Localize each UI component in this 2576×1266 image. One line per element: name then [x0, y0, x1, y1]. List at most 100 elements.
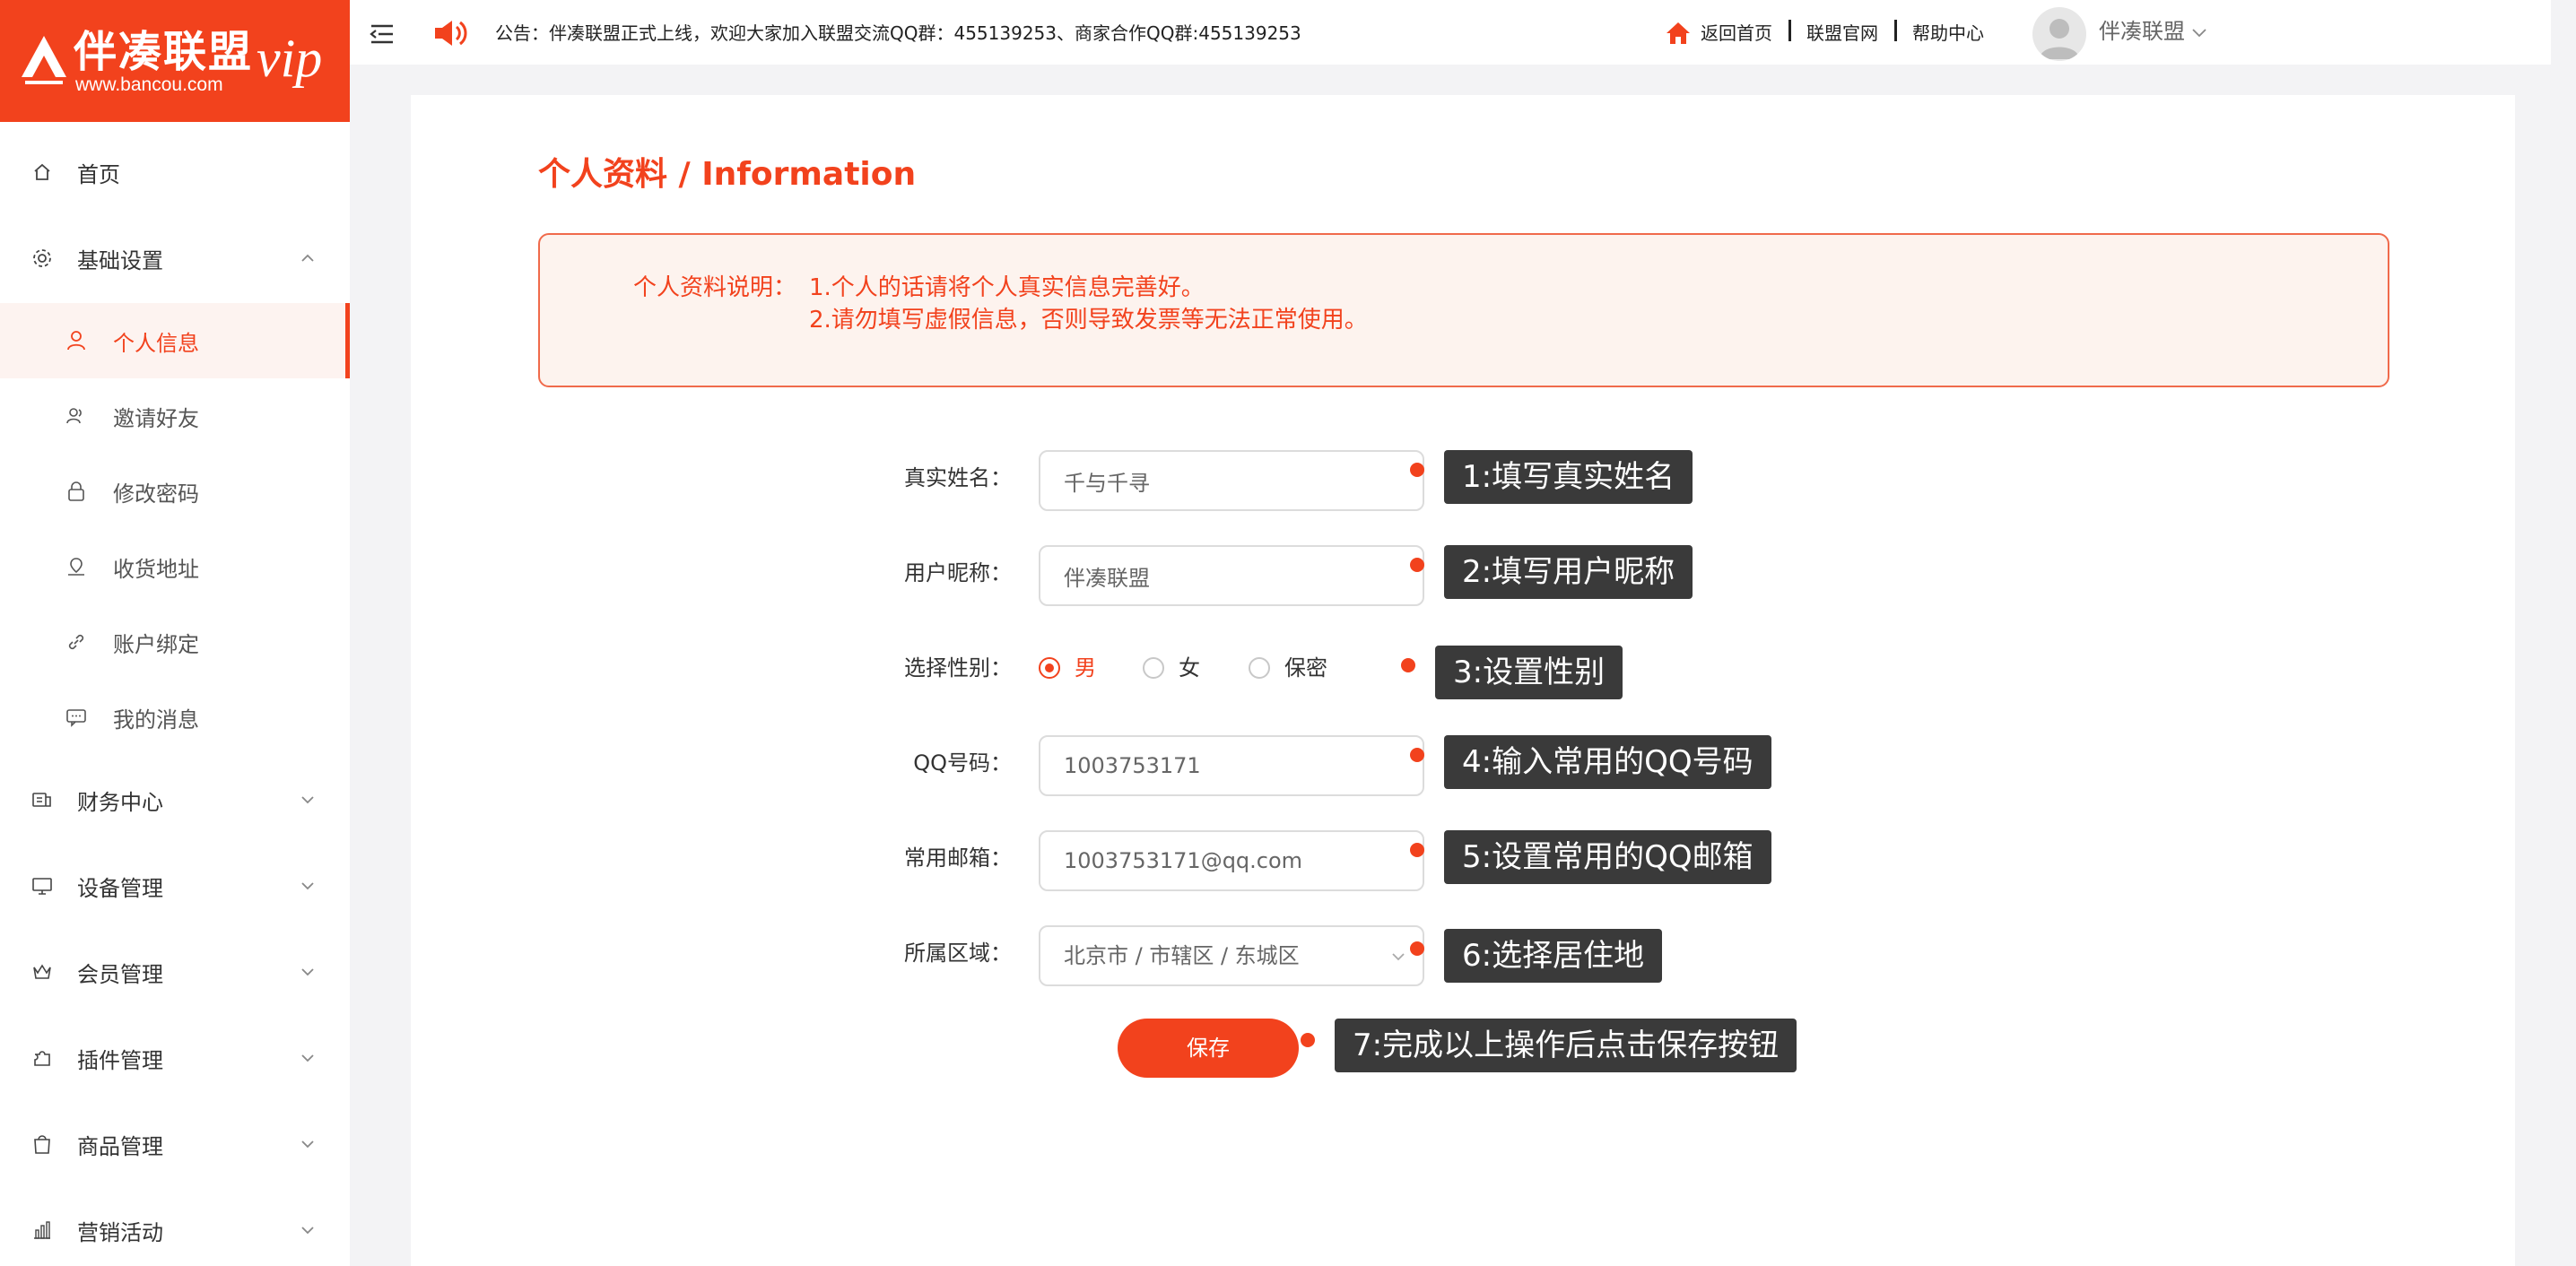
- alliance-website-link[interactable]: 联盟官网: [1806, 20, 1878, 47]
- sidebar-item-label: 基础设置: [77, 247, 163, 273]
- monitor-icon: [30, 874, 54, 897]
- sidebar-item-my-messages[interactable]: 我的消息: [0, 680, 350, 755]
- callout-marker: [1301, 1033, 1315, 1047]
- location-icon: [65, 555, 88, 578]
- region-select[interactable]: 北京市 / 市辖区 / 东城区: [1039, 925, 1424, 986]
- region-label: 所属区域：: [904, 941, 1012, 966]
- sidebar-item-product-management[interactable]: 商品管理: [0, 1106, 350, 1182]
- return-home-link[interactable]: 返回首页: [1701, 20, 1772, 47]
- sidebar-item-plugin-management[interactable]: 插件管理: [0, 1020, 350, 1096]
- notice-line: 1.个人的话请将个人真实信息完善好。: [809, 274, 1205, 301]
- chevron-down-icon: [301, 1140, 314, 1149]
- nav-separator: [1788, 20, 1791, 41]
- speaker-icon: [435, 21, 467, 46]
- chevron-down-icon: [301, 968, 314, 976]
- shopping-bag-icon: [30, 1132, 54, 1156]
- notice-label: 个人资料说明：: [633, 274, 797, 301]
- nickname-input[interactable]: [1039, 545, 1424, 606]
- qq-input[interactable]: [1039, 735, 1424, 796]
- callout-step-6: 6:选择居住地: [1444, 929, 1663, 983]
- sidebar-item-invite-friends[interactable]: 邀请好友: [0, 378, 350, 454]
- sidebar-item-label: 邀请好友: [113, 405, 199, 431]
- chevron-up-icon: [301, 254, 314, 262]
- crown-icon: [30, 960, 54, 984]
- callout-marker: [1410, 463, 1424, 477]
- save-button[interactable]: 保存: [1118, 1019, 1299, 1078]
- avatar[interactable]: [2032, 7, 2086, 61]
- menu-collapse-icon[interactable]: [370, 23, 395, 45]
- sidebar-item-shipping-address[interactable]: 收货地址: [0, 529, 350, 604]
- sidebar-item-member-management[interactable]: 会员管理: [0, 934, 350, 1010]
- callout-step-4: 4:输入常用的QQ号码: [1444, 735, 1771, 789]
- callout-step-5: 5:设置常用的QQ邮箱: [1444, 830, 1771, 884]
- gear-icon: [30, 247, 54, 270]
- invite-friends-icon: [65, 404, 88, 428]
- chevron-down-icon: [301, 882, 314, 890]
- info-notice-box: 个人资料说明： 1.个人的话请将个人真实信息完善好。 2.请勿填写虚假信息，否则…: [538, 233, 2389, 387]
- sidebar-item-marketing[interactable]: 营销活动: [0, 1192, 350, 1266]
- home-icon: [30, 160, 54, 184]
- announcement-text: 公告：伴凑联盟正式上线，欢迎大家加入联盟交流QQ群：455139253、商家合作…: [495, 22, 1301, 44]
- user-icon: [65, 329, 88, 352]
- region-value: 北京市 / 市辖区 / 东城区: [1064, 943, 1300, 968]
- vip-badge: vip: [257, 29, 323, 88]
- radio-label: 女: [1179, 655, 1200, 681]
- notice-line: 2.请勿填写虚假信息，否则导致发票等无法正常使用。: [809, 307, 1368, 334]
- home-icon[interactable]: [1665, 20, 1692, 47]
- brand-name: 伴凑联盟: [74, 27, 254, 77]
- sidebar-item-label: 商品管理: [77, 1133, 163, 1159]
- finance-icon: [30, 788, 54, 811]
- user-name[interactable]: 伴凑联盟: [2099, 18, 2185, 45]
- real-name-input[interactable]: [1039, 450, 1424, 511]
- radio-dot[interactable]: [1039, 657, 1060, 679]
- radio-dot[interactable]: [1249, 657, 1270, 679]
- link-icon: [65, 630, 88, 654]
- sidebar-item-label: 财务中心: [77, 789, 163, 815]
- chevron-down-icon[interactable]: [2190, 23, 2208, 41]
- user-avatar-icon: [2040, 19, 2079, 59]
- callout-marker: [1410, 941, 1424, 956]
- puzzle-icon: [30, 1046, 54, 1070]
- sidebar-item-basic-settings[interactable]: 基础设置: [0, 221, 350, 296]
- sidebar-item-home[interactable]: 首页: [0, 134, 350, 210]
- help-center-link[interactable]: 帮助中心: [1912, 20, 1984, 47]
- chevron-down-icon: [301, 796, 314, 804]
- callout-marker: [1401, 658, 1415, 672]
- callout-marker: [1410, 748, 1424, 762]
- callout-step-2: 2:填写用户昵称: [1444, 545, 1693, 599]
- gender-radio-private[interactable]: 保密: [1249, 653, 1327, 683]
- sidebar-item-finance-center[interactable]: 财务中心: [0, 762, 350, 837]
- callout-step-3: 3:设置性别: [1435, 646, 1623, 699]
- nickname-label: 用户昵称：: [904, 560, 1012, 585]
- gender-radio-male[interactable]: 男: [1039, 653, 1096, 683]
- email-input[interactable]: [1039, 830, 1424, 891]
- sidebar-item-label: 收货地址: [113, 556, 199, 582]
- radio-dot[interactable]: [1143, 657, 1164, 679]
- lock-icon: [65, 480, 88, 503]
- sidebar-item-device-management[interactable]: 设备管理: [0, 848, 350, 923]
- sidebar-item-personal-info[interactable]: 个人信息: [0, 303, 350, 378]
- nav-separator: [1894, 20, 1897, 41]
- brand-logo-icon: [22, 36, 66, 84]
- logo[interactable]: 伴凑联盟 www.bancou.com vip: [0, 0, 350, 122]
- callout-step-7: 7:完成以上操作后点击保存按钮: [1335, 1019, 1797, 1072]
- sidebar-item-label: 插件管理: [77, 1047, 163, 1073]
- qq-label: QQ号码：: [913, 750, 1012, 776]
- sidebar-item-label: 会员管理: [77, 961, 163, 987]
- gender-radio-female[interactable]: 女: [1143, 653, 1200, 683]
- topbar: 公告：伴凑联盟正式上线，欢迎大家加入联盟交流QQ群：455139253、商家合作…: [350, 0, 2551, 65]
- callout-marker: [1410, 843, 1424, 857]
- brand-domain: www.bancou.com: [75, 74, 223, 95]
- sidebar-item-label: 设备管理: [77, 875, 163, 901]
- chevron-down-icon: [1392, 953, 1405, 961]
- sidebar-item-label: 账户绑定: [113, 631, 199, 657]
- chevron-down-icon: [301, 1054, 314, 1062]
- bar-chart-icon: [30, 1218, 54, 1242]
- message-icon: [65, 706, 88, 729]
- real-name-label: 真实姓名：: [904, 465, 1012, 490]
- sidebar-item-label: 个人信息: [113, 330, 199, 356]
- sidebar-item-change-password[interactable]: 修改密码: [0, 454, 350, 529]
- sidebar-item-label: 我的消息: [113, 707, 199, 733]
- sidebar-item-account-binding[interactable]: 账户绑定: [0, 604, 350, 680]
- radio-label: 保密: [1284, 655, 1327, 681]
